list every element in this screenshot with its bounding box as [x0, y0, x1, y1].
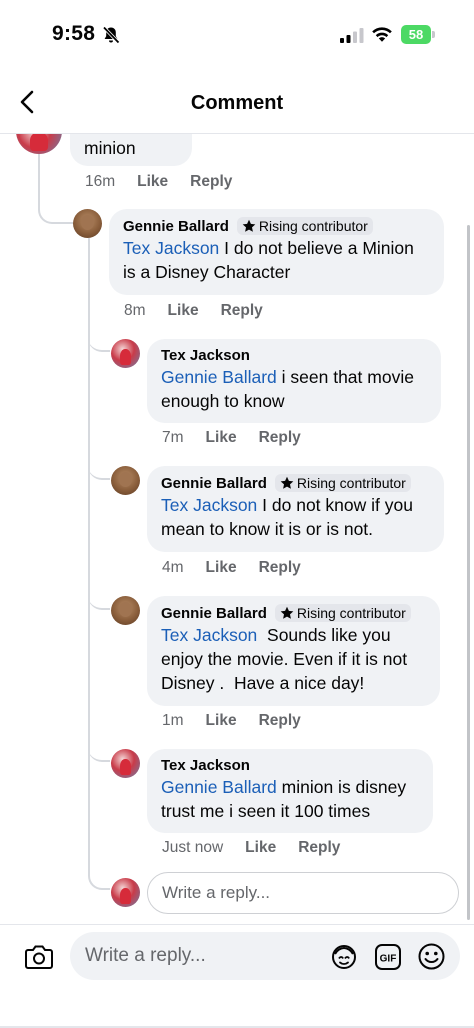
comment-text: I do not know if you — [257, 495, 413, 515]
badge-label: Rising contributor — [258, 218, 368, 234]
comment-actions: 16m Like Reply — [85, 173, 254, 191]
comment-bubble-top: minion — [70, 134, 192, 166]
reply-button[interactable]: Reply — [298, 839, 340, 857]
comment-composer: Write a reply... GIF — [0, 924, 474, 1028]
avatar[interactable] — [16, 134, 62, 154]
battery-indicator: 58 — [401, 25, 435, 44]
mention-link[interactable]: Tex Jackson — [161, 625, 257, 645]
comment-time: 1m — [162, 712, 184, 729]
comment-author[interactable]: Gennie Ballard — [123, 218, 229, 235]
comment-time: 4m — [162, 559, 184, 576]
comment-bubble: Gennie Ballard Rising contributor Tex Ja… — [147, 466, 444, 552]
comment-thread: minion 16m Like Reply Gennie Ballard Ris… — [0, 134, 474, 924]
thread-connector-top — [38, 154, 74, 224]
svg-text:GIF: GIF — [380, 954, 397, 965]
comment-text: Disney . Have a nice day! — [161, 673, 365, 693]
comment-time: 8m — [124, 302, 146, 319]
mention-link[interactable]: Gennie Ballard — [161, 367, 277, 387]
battery-level: 58 — [401, 25, 431, 44]
avatar[interactable] — [73, 209, 102, 238]
comment-text: I do not believe a Minion — [219, 238, 414, 258]
reply-button[interactable]: Reply — [190, 173, 232, 191]
like-button[interactable]: Like — [206, 712, 237, 730]
comment-actions: Just now Like Reply — [162, 839, 362, 857]
camera-icon[interactable] — [24, 943, 54, 971]
mention-link[interactable]: Tex Jackson — [123, 238, 219, 258]
badge-label: Rising contributor — [296, 475, 406, 491]
comment-actions: 4m Like Reply — [162, 559, 323, 577]
comment-author[interactable]: Tex Jackson — [161, 757, 250, 774]
like-button[interactable]: Like — [245, 839, 276, 857]
comment-time: 7m — [162, 429, 184, 446]
mention-link[interactable]: Gennie Ballard — [161, 777, 277, 797]
avatar[interactable] — [111, 749, 140, 778]
comment-time: 16m — [85, 173, 116, 190]
rising-contributor-badge: Rising contributor — [274, 474, 411, 492]
bell-muted-icon — [102, 26, 120, 44]
comment-time: Just now — [162, 839, 224, 856]
comment-actions: 8m Like Reply — [124, 302, 285, 320]
comment-author[interactable]: Tex Jackson — [161, 347, 250, 364]
like-button[interactable]: Like — [206, 559, 237, 577]
reply-button[interactable]: Reply — [259, 712, 301, 730]
comment-text: minion is disney — [276, 777, 407, 797]
comment-text: enjoy the movie. Even if it is not — [161, 649, 408, 669]
status-time: 9:58 — [52, 22, 96, 45]
comment-actions: 1m Like Reply — [162, 712, 323, 730]
cellular-signal-icon — [340, 28, 364, 43]
thread-reply-input[interactable]: Write a reply... — [147, 872, 459, 914]
battery-tip — [432, 31, 435, 38]
reply-button[interactable]: Reply — [221, 302, 263, 320]
gif-icon[interactable]: GIF — [374, 943, 402, 971]
navigation-header: Comment — [0, 70, 474, 134]
like-button[interactable]: Like — [206, 429, 237, 447]
comment-actions: 7m Like Reply — [162, 429, 323, 447]
comment-text: mean to know it is or is not. — [161, 519, 374, 539]
comment-text: enough to know — [161, 391, 285, 411]
page-title: Comment — [190, 92, 284, 114]
avatar[interactable] — [111, 596, 140, 625]
avatar — [111, 878, 140, 907]
comment-bubble: Gennie Ballard Rising contributor Tex Ja… — [147, 596, 440, 706]
wifi-icon — [372, 27, 392, 42]
reply-button[interactable]: Reply — [259, 559, 301, 577]
comment-text: Sounds like you — [257, 625, 391, 645]
star-icon — [280, 476, 294, 489]
comment-text: is a Disney Character — [123, 262, 291, 282]
comment-text: minion — [84, 138, 136, 158]
comment-text: i seen that movie — [276, 367, 414, 387]
avatar-sticker-icon[interactable] — [330, 943, 358, 971]
emoji-icon[interactable] — [417, 942, 446, 971]
like-button[interactable]: Like — [137, 173, 168, 191]
comment-text: trust me i seen it 100 times — [161, 801, 371, 821]
comment-author[interactable]: Gennie Ballard — [161, 605, 267, 622]
like-button[interactable]: Like — [168, 302, 199, 320]
badge-label: Rising contributor — [296, 605, 406, 621]
status-bar: 9:58 58 — [0, 0, 474, 70]
star-icon — [280, 606, 294, 619]
comment-author[interactable]: Gennie Ballard — [161, 475, 267, 492]
rising-contributor-badge: Rising contributor — [274, 604, 411, 622]
comment-bubble: Tex Jackson Gennie Ballard i seen that m… — [147, 339, 441, 423]
comment-bubble: Tex Jackson Gennie Ballard minion is dis… — [147, 749, 433, 833]
rising-contributor-badge: Rising contributor — [236, 217, 373, 235]
avatar[interactable] — [111, 339, 140, 368]
star-icon — [242, 219, 256, 232]
mention-link[interactable]: Tex Jackson — [161, 495, 257, 515]
reply-button[interactable]: Reply — [259, 429, 301, 447]
avatar[interactable] — [111, 466, 140, 495]
comment-bubble: Gennie Ballard Rising contributor Tex Ja… — [109, 209, 444, 295]
scrollbar[interactable] — [467, 225, 470, 920]
